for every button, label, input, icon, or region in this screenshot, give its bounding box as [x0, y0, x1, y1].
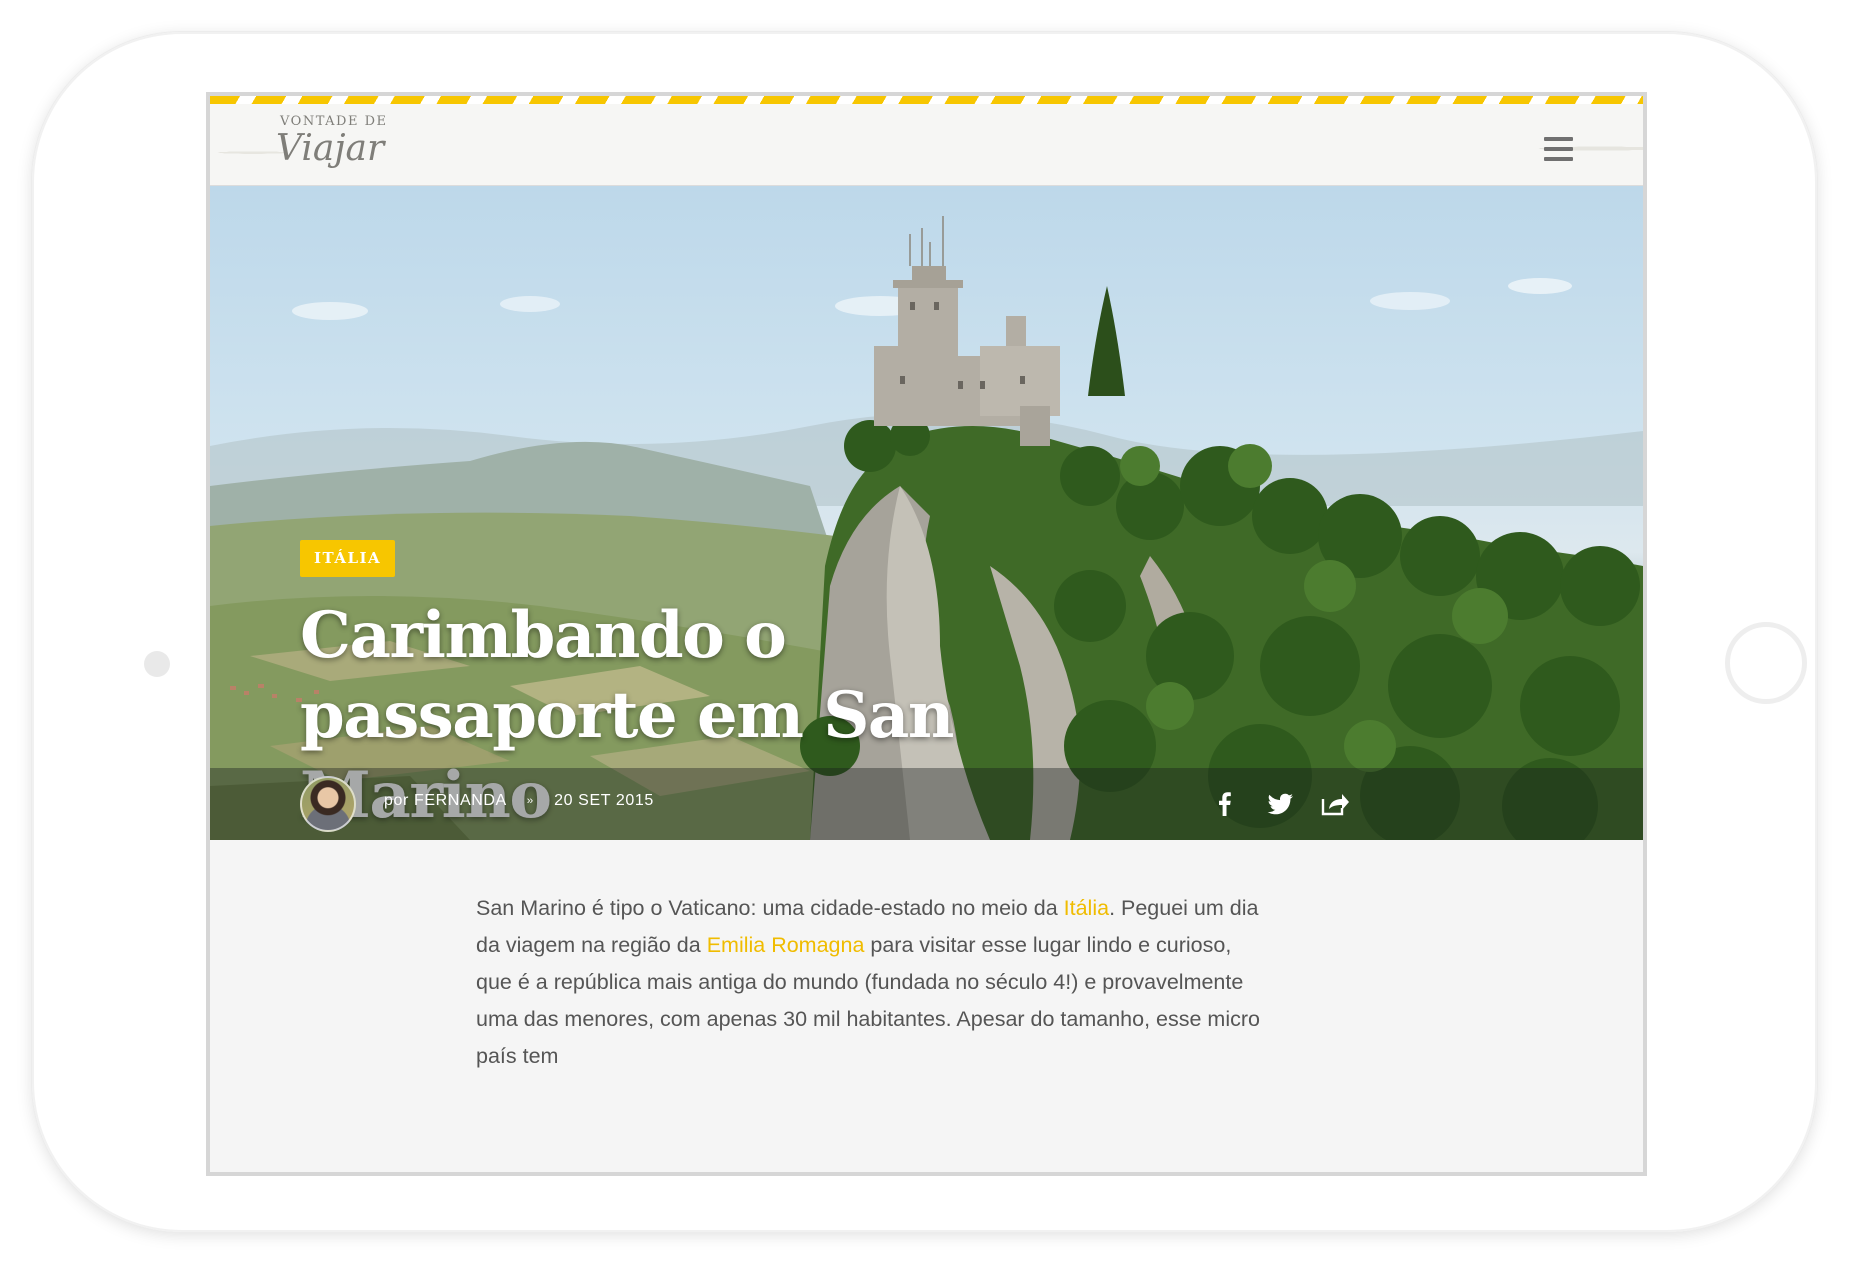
share-icon[interactable]	[1317, 787, 1351, 821]
post-meta: por FERNANDA ›› 20 SET 2015	[384, 792, 654, 810]
article-text-1: San Marino é tipo o Vaticano: uma cidade…	[476, 896, 1064, 920]
category-tag[interactable]: ITÁLIA	[300, 540, 396, 577]
hamburger-menu-icon[interactable]	[1544, 137, 1573, 161]
twitter-icon[interactable]	[1263, 787, 1297, 821]
logo-main-text: Viajar	[276, 128, 385, 169]
link-emilia-romagna[interactable]: Emilia Romagna	[707, 933, 865, 957]
top-stripe-decoration	[210, 96, 1643, 104]
screen: VONTADE DE Viajar ITÁLIA Carimbando o pa…	[206, 92, 1647, 1176]
article-body: San Marino é tipo o Vaticano: uma cidade…	[476, 890, 1266, 1075]
site-header: VONTADE DE Viajar	[210, 104, 1643, 186]
meta-separator: ››	[526, 795, 533, 807]
facebook-icon[interactable]	[1208, 787, 1242, 821]
logo-small-text: VONTADE DE	[280, 114, 388, 129]
castle	[874, 266, 1060, 446]
front-camera	[144, 651, 170, 677]
site-logo[interactable]: VONTADE DE Viajar	[276, 114, 388, 168]
home-button[interactable]	[1725, 622, 1807, 704]
author-avatar[interactable]	[300, 776, 356, 832]
hero-banner: ITÁLIA Carimbando o passaporte em San Ma…	[210, 186, 1643, 840]
link-italia[interactable]: Itália	[1064, 896, 1109, 920]
author-prefix: por	[384, 792, 409, 809]
author-name[interactable]: FERNANDA	[414, 792, 507, 810]
post-meta-bar: por FERNANDA ›› 20 SET 2015	[210, 768, 1643, 840]
post-date: 20 SET 2015	[554, 792, 654, 809]
